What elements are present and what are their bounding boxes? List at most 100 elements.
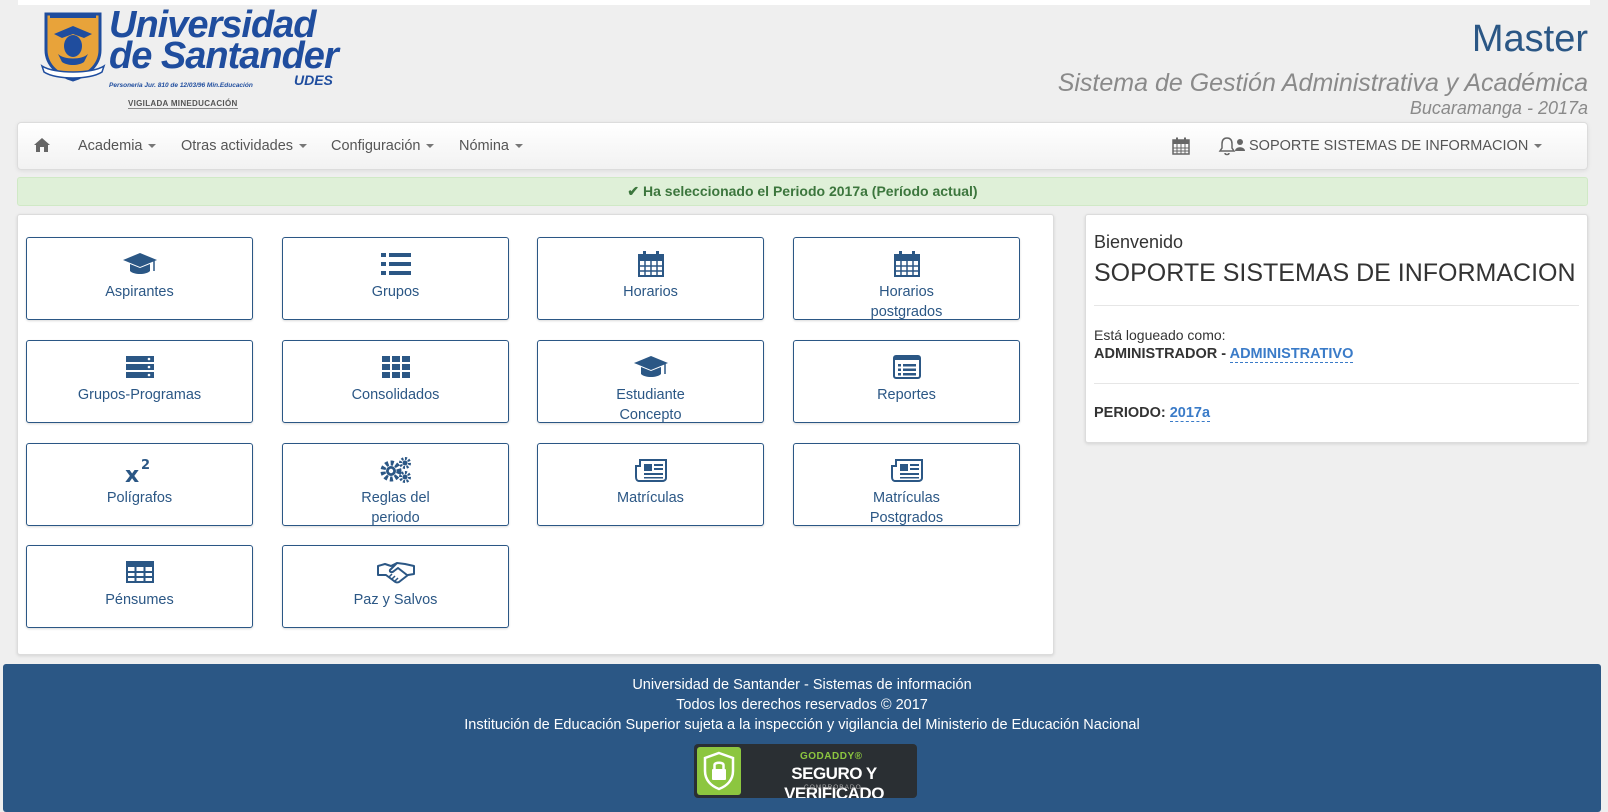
- lock-shield-icon: [697, 747, 741, 795]
- caret-down-icon: [148, 144, 157, 149]
- tile-horarios[interactable]: Horarios: [537, 237, 764, 320]
- caret-down-icon: [1534, 144, 1543, 149]
- footer-line-1: Universidad de Santander - Sistemas de i…: [632, 677, 972, 693]
- footer-line-3: Institución de Educación Superior sujeta…: [464, 717, 1140, 733]
- tile-label: Matrículas: [617, 490, 684, 506]
- caret-down-icon: [299, 144, 308, 149]
- modules-panel: Aspirantes Grupos Horarios Horarios post…: [17, 214, 1054, 655]
- bell-icon[interactable]: [1218, 136, 1236, 156]
- tile-label: Matrículas Postgrados: [869, 490, 944, 526]
- tile-label: Horarios postgrados: [870, 284, 943, 320]
- tile-label: Grupos: [371, 284, 420, 300]
- app-subtitle: Sistema de Gestión Administrativa y Acad…: [1057, 69, 1588, 97]
- tile-label: Aspirantes: [105, 284, 174, 300]
- tile-label: Horarios: [623, 284, 678, 300]
- divider: [1094, 305, 1579, 306]
- period-label: PERIODO:: [1094, 405, 1170, 421]
- handshake-icon: [376, 562, 415, 584]
- list-alt-icon: [892, 355, 921, 379]
- period-line: PERIODO: 2017a: [1094, 405, 1211, 422]
- app-location: Bucaramanga - 2017a: [1409, 98, 1588, 118]
- calendar-icon[interactable]: [1172, 137, 1190, 155]
- nav-menu-academia[interactable]: Academia: [78, 123, 157, 169]
- tile-reportes[interactable]: Reportes: [793, 340, 1020, 423]
- tile-label: Grupos-Programas: [77, 387, 202, 403]
- nav-menu-label: Nómina: [459, 138, 509, 154]
- welcome-user-name: SOPORTE SISTEMAS DE INFORMACION: [1094, 259, 1576, 287]
- footer: Universidad de Santander - Sistemas de i…: [3, 664, 1601, 812]
- tile-reglas-del-periodo[interactable]: Reglas del periodo: [282, 443, 509, 526]
- tile-label: Reportes: [877, 387, 936, 403]
- tile-grupos-programas[interactable]: Grupos-Programas: [26, 340, 253, 423]
- logo-wordmark: Universidad de Santander: [109, 6, 339, 77]
- user-menu[interactable]: SOPORTE SISTEMAS DE INFORMACION: [1235, 123, 1543, 169]
- tile-matriculas[interactable]: Matrículas: [537, 443, 764, 526]
- nav-menu-otras-actividades[interactable]: Otras actividades: [181, 123, 308, 169]
- university-logo[interactable]: Universidad de Santander UDES Personería…: [36, 6, 339, 116]
- logged-as-label: Está logueado como:: [1094, 327, 1226, 343]
- tile-grupos[interactable]: Grupos: [282, 237, 509, 320]
- grid-icon: [381, 356, 410, 378]
- tile-label: Pénsumes: [105, 592, 174, 608]
- alert-text: Ha seleccionado el Periodo 2017a (Períod…: [643, 183, 978, 199]
- user-menu-label: SOPORTE SISTEMAS DE INFORMACION: [1249, 138, 1529, 154]
- role-line: ADMINISTRADOR - ADMINISTRATIVO: [1094, 346, 1354, 363]
- superscript-icon: x 2: [125, 458, 150, 484]
- tile-consolidados[interactable]: Consolidados: [282, 340, 509, 423]
- home-icon[interactable]: [34, 138, 50, 152]
- newspaper-icon: [634, 459, 667, 482]
- welcome-panel: Bienvenido SOPORTE SISTEMAS DE INFORMACI…: [1085, 214, 1588, 443]
- graduation-cap-icon: [122, 253, 157, 274]
- check-icon: ✔: [627, 183, 640, 199]
- list-icon: [380, 253, 411, 275]
- tile-aspirantes[interactable]: Aspirantes: [26, 237, 253, 320]
- logo-name-line2: de Santander: [109, 35, 339, 77]
- nav-menu-label: Otras actividades: [181, 138, 294, 154]
- tile-horarios-postgrados[interactable]: Horarios postgrados: [793, 237, 1020, 320]
- godaddy-security-badge[interactable]: GODADDY® SEGURO Y VERIFICADO COMPROBADO: [694, 744, 917, 798]
- footer-line-2: Todos los derechos reservados © 2017: [676, 697, 928, 713]
- period-link[interactable]: 2017a: [1169, 405, 1211, 422]
- badge-subtitle: COMPROBADO: [804, 784, 862, 791]
- calendar-icon: [637, 251, 664, 277]
- app-title: Master: [1471, 18, 1588, 60]
- caret-down-icon: [514, 144, 523, 149]
- nav-menu-nomina[interactable]: Nómina: [459, 123, 523, 169]
- tile-estudiante-concepto[interactable]: Estudiante Concepto: [537, 340, 764, 423]
- tile-pensumes[interactable]: Pénsumes: [26, 545, 253, 628]
- nav-menu-configuracion[interactable]: Configuración: [331, 123, 435, 169]
- logo-shield-icon: [40, 12, 106, 82]
- server-icon: [125, 356, 154, 378]
- tile-label: Polígrafos: [106, 490, 173, 506]
- welcome-greeting: Bienvenido: [1094, 232, 1184, 252]
- logo-udes: UDES: [294, 72, 333, 88]
- graduation-cap-icon: [633, 356, 668, 377]
- tile-label: Reglas del periodo: [361, 490, 430, 526]
- svg-text:2: 2: [141, 458, 150, 473]
- period-alert: ✔ Ha seleccionado el Periodo 2017a (Perí…: [17, 177, 1588, 206]
- divider: [1094, 383, 1579, 384]
- tile-paz-y-salvos[interactable]: Paz y Salvos: [282, 545, 509, 628]
- logo-legal-text: Personería Jur. 810 de 12/03/96 Min.Educ…: [109, 82, 253, 89]
- role-text: ADMINISTRADOR -: [1094, 346, 1230, 362]
- tile-matriculas-postgrados[interactable]: Matrículas Postgrados: [793, 443, 1020, 526]
- svg-text:x: x: [125, 463, 139, 484]
- tile-poligrafos[interactable]: x 2 Polígrafos: [26, 443, 253, 526]
- badge-brand: GODADDY®: [800, 751, 863, 762]
- navbar: Academia Otras actividades Configuración…: [17, 122, 1588, 170]
- caret-down-icon: [426, 144, 435, 149]
- nav-menu-label: Configuración: [331, 138, 421, 154]
- logo-vigilada-text: VIGILADA MINEDUCACIÓN: [128, 99, 238, 109]
- gears-icon: [380, 457, 411, 483]
- tile-label: Paz y Salvos: [353, 592, 438, 608]
- role-link[interactable]: ADMINISTRATIVO: [1229, 346, 1354, 363]
- newspaper-icon: [890, 459, 923, 482]
- header: Universidad de Santander UDES Personería…: [0, 0, 1608, 122]
- calendar-icon: [893, 251, 920, 277]
- nav-menu-label: Academia: [78, 138, 143, 154]
- badge-title: SEGURO Y VERIFICADO: [784, 764, 884, 798]
- tile-label: Estudiante Concepto: [616, 387, 685, 423]
- user-icon: [1235, 139, 1245, 151]
- tile-label: Consolidados: [351, 387, 440, 403]
- table-icon: [125, 561, 154, 583]
